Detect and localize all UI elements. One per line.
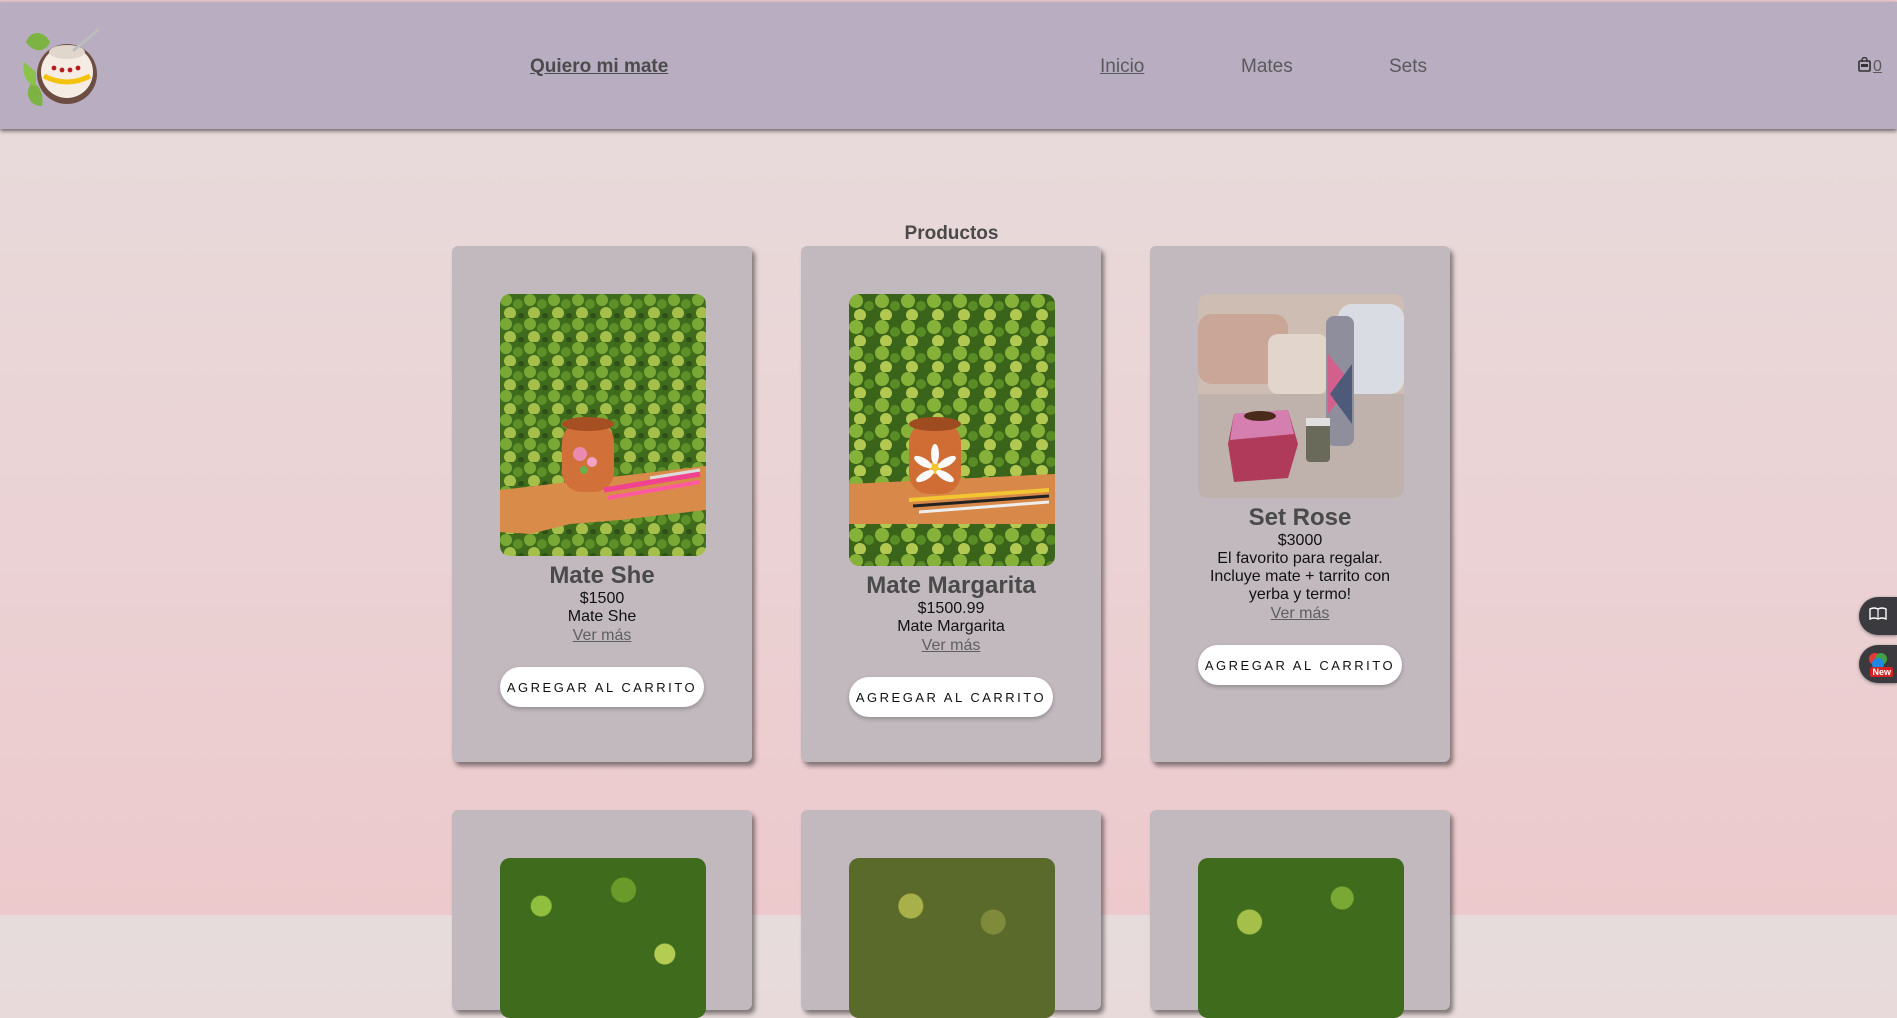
book-icon (1869, 606, 1887, 626)
ver-mas-link[interactable]: Ver más (1150, 604, 1450, 623)
add-to-cart-button[interactable]: AGREGAR AL CARRITO (849, 677, 1053, 717)
extension-button[interactable]: New (1859, 645, 1897, 683)
product-price: $1500.99 (917, 600, 985, 617)
product-image[interactable] (500, 294, 706, 556)
navbar: Quiero mi mate Inicio Mates Sets 0 (0, 2, 1897, 129)
nav-link-mates[interactable]: Mates (1241, 56, 1293, 78)
product-image[interactable] (500, 858, 706, 1018)
add-to-cart-button[interactable]: AGREGAR AL CARRITO (500, 667, 704, 707)
shopping-bag-icon (1858, 56, 1871, 77)
reader-mode-button[interactable] (1859, 597, 1897, 635)
product-image[interactable] (1198, 858, 1404, 1018)
product-card (1150, 810, 1450, 1018)
brand-link[interactable]: Quiero mi mate (530, 56, 668, 78)
product-title: Set Rose (1248, 504, 1352, 531)
product-description: Mate She (567, 608, 637, 625)
product-price: $3000 (1277, 532, 1323, 549)
nav-link-sets[interactable]: Sets (1389, 56, 1427, 78)
product-title: Mate Margarita (866, 572, 1036, 599)
ver-mas-link[interactable]: Ver más (801, 636, 1101, 655)
product-image[interactable] (849, 858, 1055, 1018)
product-card: Mate Margarita $1500.99 Mate Margarita V… (801, 246, 1101, 762)
nav-link-inicio[interactable]: Inicio (1100, 56, 1144, 78)
ver-mas-link[interactable]: Ver más (452, 626, 752, 645)
product-description: Mate Margarita (897, 618, 1005, 635)
new-badge: New (1870, 667, 1893, 677)
product-card (801, 810, 1101, 1018)
section-title: Productos (904, 223, 999, 244)
cart-count: 0 (1873, 58, 1882, 75)
cart-button[interactable]: 0 (1858, 56, 1882, 77)
add-to-cart-button[interactable]: AGREGAR AL CARRITO (1198, 645, 1402, 685)
product-image[interactable] (1198, 294, 1404, 498)
product-card: Set Rose $3000 El favorito para regalar.… (1150, 246, 1450, 762)
product-description: El favorito para regalar. Incluye mate +… (1209, 550, 1391, 603)
product-price: $1500 (579, 590, 625, 607)
product-title: Mate She (549, 562, 655, 589)
mate-logo[interactable] (22, 28, 104, 108)
product-card (452, 810, 752, 1018)
product-image[interactable] (849, 294, 1055, 566)
product-card: Mate She $1500 Mate She Ver más AGREGAR … (452, 246, 752, 762)
